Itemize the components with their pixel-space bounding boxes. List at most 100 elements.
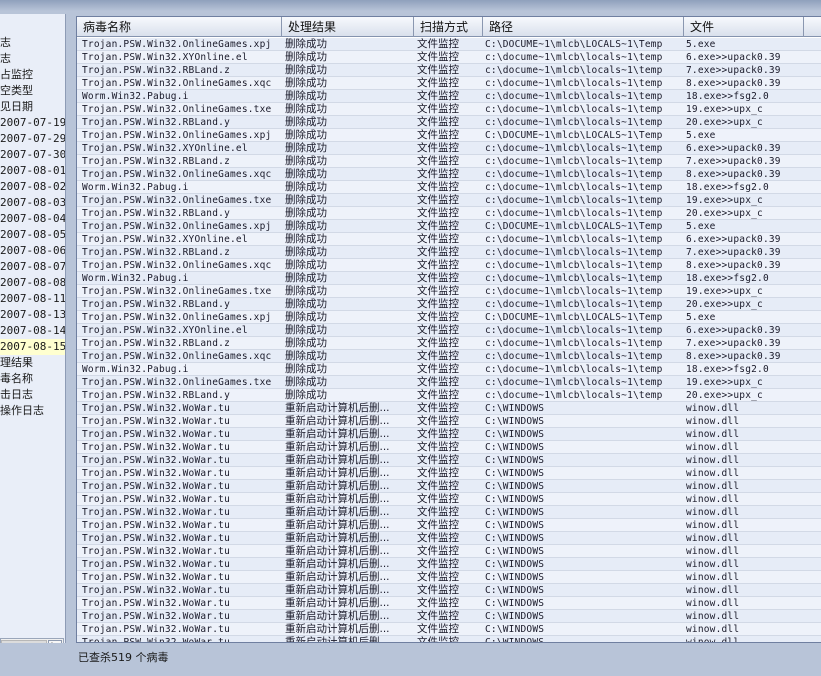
- table-row[interactable]: Trojan.PSW.Win32.OnlineGames.txe 删除成功 文件监控…: [77, 194, 821, 207]
- cell-path: c:\docume~1\mlcb\locals~1\temp: [485, 325, 663, 336]
- table-row[interactable]: Trojan.PSW.Win32.WoWar.tu 重新启动计算机后删... 文件监…: [77, 467, 821, 480]
- table-row[interactable]: Trojan.PSW.Win32.XYOnline.el 删除成功 文件监控 c:\d…: [77, 142, 821, 155]
- cell-result: 删除成功: [285, 272, 327, 284]
- scrollbar-thumb[interactable]: [1, 640, 47, 643]
- table-row[interactable]: Trojan.PSW.Win32.OnlineGames.xqc 删除成功 文件监控…: [77, 168, 821, 181]
- table-row[interactable]: Trojan.PSW.Win32.OnlineGames.txe 删除成功 文件监控…: [77, 103, 821, 116]
- table-row[interactable]: Trojan.PSW.Win32.OnlineGames.xqc 删除成功 文件监控…: [77, 350, 821, 363]
- tree-item[interactable]: 击日志: [0, 387, 65, 403]
- tree-item-date[interactable]: 2007-08-06: [0, 243, 65, 259]
- table-row[interactable]: Trojan.PSW.Win32.RBLand.y 删除成功 文件监控 c:\docu…: [77, 389, 821, 402]
- table-row[interactable]: Trojan.PSW.Win32.WoWar.tu 重新启动计算机后删... 文件监…: [77, 610, 821, 623]
- table-row[interactable]: Trojan.PSW.Win32.OnlineGames.xpj 删除成功 文件监控…: [77, 311, 821, 324]
- table-row[interactable]: Trojan.PSW.Win32.WoWar.tu 重新启动计算机后删... 文件监…: [77, 532, 821, 545]
- tree-item[interactable]: 空类型: [0, 83, 65, 99]
- table-row[interactable]: Trojan.PSW.Win32.OnlineGames.xpj 删除成功 文件监控…: [77, 38, 821, 51]
- table-row[interactable]: Trojan.PSW.Win32.OnlineGames.txe 删除成功 文件监控…: [77, 285, 821, 298]
- cell-path: C:\DOCUME~1\mlcb\LOCALS~1\Temp: [485, 221, 663, 232]
- table-row[interactable]: Worm.Win32.Pabug.i 删除成功 文件监控 c:\docume~1\ml…: [77, 363, 821, 376]
- table-row[interactable]: Trojan.PSW.Win32.OnlineGames.xqc 删除成功 文件监控…: [77, 77, 821, 90]
- table-row[interactable]: Trojan.PSW.Win32.OnlineGames.xpj 删除成功 文件监控…: [77, 220, 821, 233]
- table-row[interactable]: Trojan.PSW.Win32.WoWar.tu 重新启动计算机后删... 文件监…: [77, 441, 821, 454]
- tree-item-date[interactable]: 2007-08-14: [0, 323, 65, 339]
- table-row[interactable]: Trojan.PSW.Win32.WoWar.tu 重新启动计算机后删... 文件监…: [77, 636, 821, 642]
- cell-file: 18.exe>>fsg2.0: [686, 182, 769, 193]
- table-row[interactable]: Trojan.PSW.Win32.OnlineGames.txe 删除成功 文件监控…: [77, 376, 821, 389]
- tree-item-date[interactable]: 2007-08-13: [0, 307, 65, 323]
- table-row[interactable]: Trojan.PSW.Win32.WoWar.tu 重新启动计算机后删... 文件监…: [77, 571, 821, 584]
- table-row[interactable]: Trojan.PSW.Win32.RBLand.y 删除成功 文件监控 c:\docu…: [77, 207, 821, 220]
- tree-item-date[interactable]: 2007-07-29: [0, 131, 65, 147]
- cell-virus-name: Trojan.PSW.Win32.WoWar.tu: [82, 468, 230, 479]
- tree-item-date[interactable]: 2007-08-07: [0, 259, 65, 275]
- tree-item-date[interactable]: 2007-08-05: [0, 227, 65, 243]
- table-row[interactable]: Worm.Win32.Pabug.i 删除成功 文件监控 c:\docume~1\ml…: [77, 272, 821, 285]
- tree-item-date[interactable]: 2007-08-02: [0, 179, 65, 195]
- tree-item-date[interactable]: 2007-08-08: [0, 275, 65, 291]
- table-row[interactable]: Trojan.PSW.Win32.RBLand.z 删除成功 文件监控 c:\docu…: [77, 64, 821, 77]
- table-row[interactable]: Trojan.PSW.Win32.XYOnline.el 删除成功 文件监控 c:\d…: [77, 324, 821, 337]
- cell-file: 6.exe>>upack0.39: [686, 325, 781, 336]
- tree-item-date[interactable]: 2007-08-03: [0, 195, 65, 211]
- table-row[interactable]: Trojan.PSW.Win32.RBLand.y 删除成功 文件监控 c:\docu…: [77, 298, 821, 311]
- tree-item[interactable]: 志: [0, 35, 65, 51]
- column-header-path[interactable]: 路径: [483, 17, 684, 37]
- cell-scan-method: 文件监控: [417, 402, 459, 414]
- table-row[interactable]: Trojan.PSW.Win32.WoWar.tu 重新启动计算机后删... 文件监…: [77, 519, 821, 532]
- tree-item-date[interactable]: 2007-08-01: [0, 163, 65, 179]
- table-row[interactable]: Trojan.PSW.Win32.RBLand.z 删除成功 文件监控 c:\docu…: [77, 155, 821, 168]
- column-header-virus-name[interactable]: 病毒名称: [77, 17, 282, 37]
- column-header-result[interactable]: 处理结果: [282, 17, 414, 37]
- scroll-right-icon[interactable]: ▷: [48, 640, 62, 643]
- table-row[interactable]: Trojan.PSW.Win32.XYOnline.el 删除成功 文件监控 c:\d…: [77, 51, 821, 64]
- table-row[interactable]: Trojan.PSW.Win32.WoWar.tu 重新启动计算机后删... 文件监…: [77, 584, 821, 597]
- cell-file: 7.exe>>upack0.39: [686, 156, 781, 167]
- tree-item[interactable]: 志: [0, 51, 65, 67]
- table-row[interactable]: Trojan.PSW.Win32.XYOnline.el 删除成功 文件监控 c:\d…: [77, 233, 821, 246]
- table-row[interactable]: Trojan.PSW.Win32.WoWar.tu 重新启动计算机后删... 文件监…: [77, 402, 821, 415]
- table-row[interactable]: Trojan.PSW.Win32.RBLand.z 删除成功 文件监控 c:\docu…: [77, 246, 821, 259]
- tree-item-date[interactable]: 2007-07-30: [0, 147, 65, 163]
- table-row[interactable]: Trojan.PSW.Win32.WoWar.tu 重新启动计算机后删... 文件监…: [77, 428, 821, 441]
- cell-path: C:\WINDOWS: [485, 520, 545, 531]
- tree-item-date[interactable]: 2007-08-15: [0, 339, 65, 355]
- tree-item[interactable]: 理结果: [0, 355, 65, 371]
- table-row[interactable]: Worm.Win32.Pabug.i 删除成功 文件监控 c:\docume~1\ml…: [77, 181, 821, 194]
- cell-result: 删除成功: [285, 142, 327, 154]
- cell-virus-name: Trojan.PSW.Win32.WoWar.tu: [82, 455, 230, 466]
- table-row[interactable]: Trojan.PSW.Win32.WoWar.tu 重新启动计算机后删... 文件监…: [77, 545, 821, 558]
- cell-scan-method: 文件监控: [417, 467, 459, 479]
- table-row[interactable]: Trojan.PSW.Win32.WoWar.tu 重新启动计算机后删... 文件监…: [77, 493, 821, 506]
- cell-path: c:\docume~1\mlcb\locals~1\temp: [485, 260, 663, 271]
- table-row[interactable]: Trojan.PSW.Win32.WoWar.tu 重新启动计算机后删... 文件监…: [77, 506, 821, 519]
- tree-item[interactable]: 占监控: [0, 67, 65, 83]
- table-row[interactable]: Trojan.PSW.Win32.RBLand.z 删除成功 文件监控 c:\docu…: [77, 337, 821, 350]
- table-row[interactable]: Trojan.PSW.Win32.WoWar.tu 重新启动计算机后删... 文件监…: [77, 480, 821, 493]
- table-row[interactable]: Trojan.PSW.Win32.RBLand.y 删除成功 文件监控 c:\docu…: [77, 116, 821, 129]
- cell-scan-method: 文件监控: [417, 311, 459, 323]
- tree-item-date[interactable]: 2007-07-19: [0, 115, 65, 131]
- cell-file: 7.exe>>upack0.39: [686, 338, 781, 349]
- column-header-scan-method[interactable]: 扫描方式: [414, 17, 483, 37]
- table-row[interactable]: Trojan.PSW.Win32.WoWar.tu 重新启动计算机后删... 文件监…: [77, 597, 821, 610]
- column-header-file[interactable]: 文件: [684, 17, 804, 37]
- cell-scan-method: 文件监控: [417, 506, 459, 518]
- table-row[interactable]: Trojan.PSW.Win32.WoWar.tu 重新启动计算机后删... 文件监…: [77, 415, 821, 428]
- tree-item-date[interactable]: 2007-08-04: [0, 211, 65, 227]
- cell-result: 重新启动计算机后删...: [285, 493, 390, 505]
- table-row[interactable]: Worm.Win32.Pabug.i 删除成功 文件监控 c:\docume~1\ml…: [77, 90, 821, 103]
- cell-path: c:\docume~1\mlcb\locals~1\temp: [485, 247, 663, 258]
- table-row[interactable]: Trojan.PSW.Win32.WoWar.tu 重新启动计算机后删... 文件监…: [77, 558, 821, 571]
- cell-scan-method: 文件监控: [417, 363, 459, 375]
- tree-item[interactable]: 见日期: [0, 99, 65, 115]
- tree-horizontal-scrollbar[interactable]: ▷: [0, 638, 64, 643]
- table-row[interactable]: Trojan.PSW.Win32.OnlineGames.xqc 删除成功 文件监控…: [77, 259, 821, 272]
- table-row[interactable]: Trojan.PSW.Win32.OnlineGames.xpj 删除成功 文件监控…: [77, 129, 821, 142]
- table-row[interactable]: Trojan.PSW.Win32.WoWar.tu 重新启动计算机后删... 文件监…: [77, 454, 821, 467]
- tree-item[interactable]: 毒名称: [0, 371, 65, 387]
- tree-item-date[interactable]: 2007-08-11: [0, 291, 65, 307]
- table-row[interactable]: Trojan.PSW.Win32.WoWar.tu 重新启动计算机后删... 文件监…: [77, 623, 821, 636]
- cell-file: winow.dll: [686, 598, 740, 609]
- tree-item[interactable]: 操作日志: [0, 403, 65, 419]
- cell-path: c:\docume~1\mlcb\locals~1\temp: [485, 390, 663, 401]
